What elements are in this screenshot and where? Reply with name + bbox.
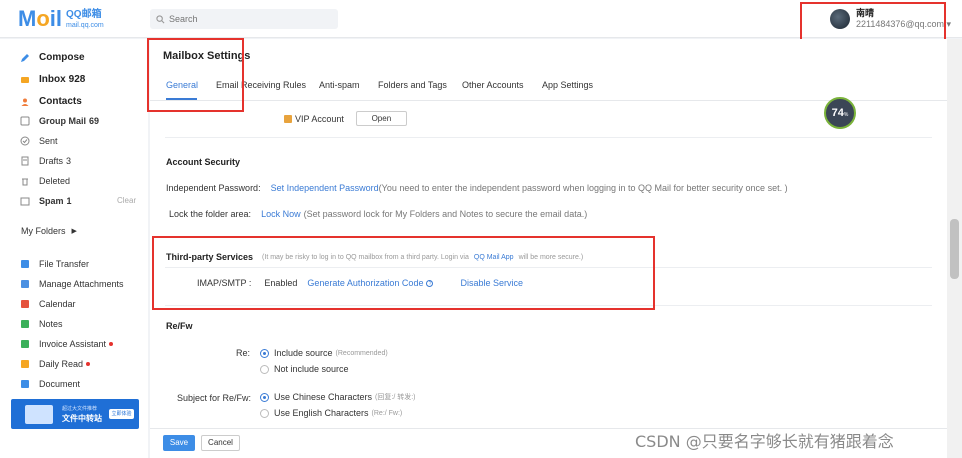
lock-folder-row: Lock the folder area: Lock Now (Set pass… (169, 209, 588, 219)
file-transfer-icon (20, 259, 30, 269)
sidebar-item-inbox[interactable]: Inbox 928 (20, 74, 85, 85)
sidebar-item-notes[interactable]: Notes (20, 319, 63, 329)
set-independent-password-link[interactable]: Set Independent Password (271, 183, 379, 193)
unread-dot (109, 342, 114, 346)
sidebar-item-invoice[interactable]: Invoice Assistant (20, 339, 114, 349)
inbox-count: 928 (68, 74, 86, 85)
independent-password-row: Independent Password: Set Independent Pa… (166, 183, 788, 193)
sent-icon (20, 136, 30, 146)
settings-header: Mailbox Settings General Email Receiving… (150, 39, 947, 101)
inbox-icon (20, 75, 30, 85)
cancel-button[interactable]: Cancel (201, 435, 240, 451)
group-mail-icon (20, 116, 30, 126)
pen-icon (20, 53, 30, 63)
vip-icon (284, 114, 292, 123)
logo-cn-text: QQ邮箱 (66, 8, 102, 20)
account-security-title: Account Security (166, 157, 241, 167)
divider (165, 137, 932, 138)
highlight-box-third-party (152, 236, 655, 310)
network-speed-widget[interactable]: 74% ↑ 0 ↓ 0.2 (824, 97, 898, 133)
file-transfer-banner[interactable]: 超过大文件推荐 文件中转站 立即体验 (11, 399, 139, 429)
re-not-include-source-option[interactable]: Not include source (260, 364, 349, 374)
qq-mail-logo[interactable]: Moil QQ邮箱 mail.qq.com (18, 6, 104, 32)
radio-unchecked[interactable] (260, 408, 269, 418)
tab-other-accounts[interactable]: Other Accounts (462, 80, 524, 90)
refw-title: Re/Fw (166, 321, 193, 331)
logo-wordmark: Moil (18, 6, 63, 31)
sidebar-item-calendar[interactable]: Calendar (20, 299, 76, 309)
sidebar-item-drafts[interactable]: Drafts 3 (20, 156, 71, 166)
memory-usage-gauge: 74% (824, 97, 856, 129)
spam-icon (20, 196, 30, 206)
attachment-icon (20, 279, 30, 289)
search-input[interactable] (169, 14, 329, 24)
sidebar-item-file-transfer[interactable]: File Transfer (20, 259, 89, 269)
subject-chinese-option[interactable]: Use Chinese Characters (回复:/ 转发:) (260, 392, 416, 402)
tab-anti-spam[interactable]: Anti-spam (319, 80, 360, 90)
search-box[interactable] (150, 9, 338, 29)
lock-now-link[interactable]: Lock Now (261, 209, 301, 219)
unread-dot (86, 362, 91, 366)
sidebar: Compose Inbox 928 Contacts Group Mail 69… (0, 39, 148, 458)
watermark: CSDN @只要名字够长就有猪跟着念 (635, 432, 894, 451)
highlight-box-title-tab (147, 38, 244, 112)
sidebar-item-document[interactable]: Document (20, 379, 80, 389)
upload-speed: ↑ 0 (865, 103, 874, 109)
vip-row: VIP Account Open (284, 111, 407, 126)
daily-read-icon (20, 359, 30, 369)
sidebar-item-sent[interactable]: Sent (20, 136, 58, 146)
sidebar-item-contacts[interactable]: Contacts (20, 96, 82, 107)
tab-folders-and-tags[interactable]: Folders and Tags (378, 80, 447, 90)
subject-label: Subject for Re/Fw: (177, 393, 252, 403)
download-speed: ↓ 0.2 (865, 114, 879, 120)
scrollbar[interactable] (947, 39, 962, 458)
subject-english-option[interactable]: Use English Characters (Re:/ Fw:) (260, 408, 402, 418)
re-include-source-option[interactable]: Include source (Recommended) (260, 348, 388, 358)
drafts-icon (20, 156, 30, 166)
sidebar-item-daily-read[interactable]: Daily Read (20, 359, 91, 369)
trash-icon (20, 176, 30, 186)
sidebar-item-group-mail[interactable]: Group Mail 69 (20, 116, 99, 126)
sidebar-item-attachments[interactable]: Manage Attachments (20, 279, 124, 289)
vip-open-button[interactable]: Open (355, 111, 407, 126)
caret-right-icon: ▶ (71, 228, 77, 235)
re-label: Re: (236, 348, 251, 358)
contacts-icon (20, 97, 30, 107)
banner-try-button[interactable]: 立即体验 (109, 409, 134, 419)
radio-checked[interactable] (260, 392, 269, 402)
search-icon (156, 14, 165, 23)
radio-unchecked[interactable] (260, 364, 269, 374)
sidebar-item-deleted[interactable]: Deleted (20, 176, 70, 186)
computer-icon (25, 405, 53, 424)
document-icon (20, 379, 30, 389)
sidebar-item-spam[interactable]: Spam 1 (20, 196, 72, 206)
invoice-icon (20, 339, 30, 349)
calendar-icon (20, 299, 30, 309)
notes-icon (20, 319, 30, 329)
logo-domain-text: mail.qq.com (66, 21, 104, 29)
clear-spam-link[interactable]: Clear (117, 196, 136, 205)
my-folders-toggle[interactable]: My Folders ▶ (21, 226, 77, 236)
scrollbar-thumb[interactable] (950, 219, 959, 279)
sidebar-item-compose[interactable]: Compose (20, 52, 85, 63)
save-button[interactable]: Save (163, 435, 195, 451)
radio-checked[interactable] (260, 348, 269, 358)
tab-app-settings[interactable]: App Settings (542, 80, 593, 90)
